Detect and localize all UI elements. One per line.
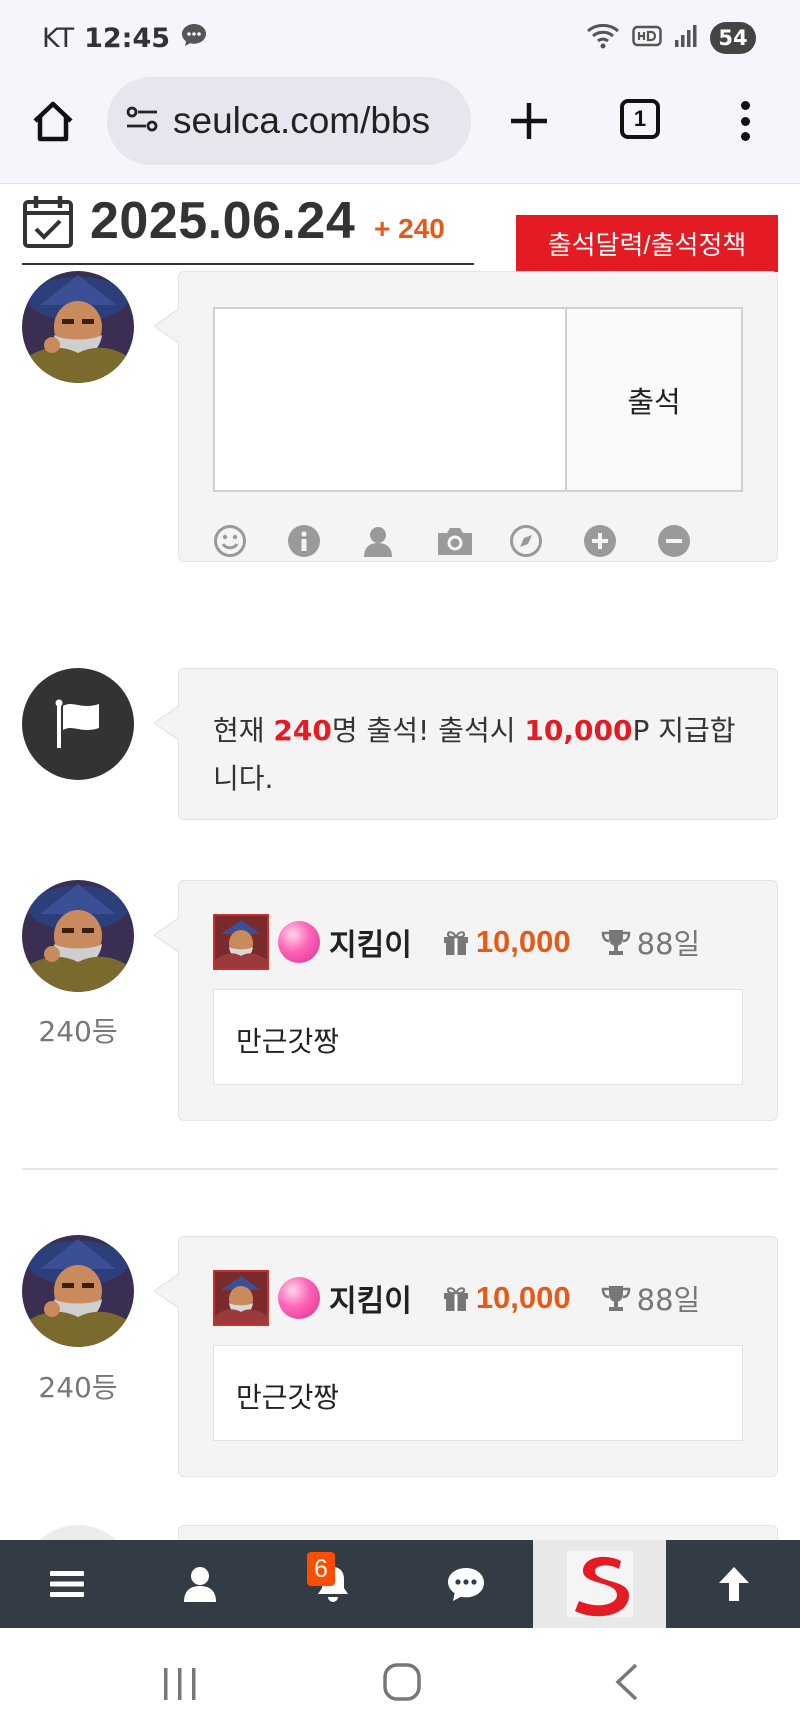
account-icon[interactable] — [133, 1540, 266, 1628]
trophy-icon — [601, 1283, 631, 1313]
plus-icon[interactable] — [506, 98, 552, 144]
home-nav-icon[interactable] — [382, 1662, 422, 1706]
signal-icon — [674, 23, 698, 53]
entry-rank: 240등 — [38, 1015, 118, 1048]
url-text[interactable]: seulca.com/bbs — [173, 100, 430, 142]
notice-points: 10,000 — [524, 714, 633, 747]
clock: 12:45 — [84, 22, 171, 54]
battery-indicator: 54 — [710, 22, 756, 54]
entry-mini-avatar[interactable] — [213, 1270, 269, 1326]
entry-header: 지킴이 10,000 88일 — [213, 1270, 700, 1326]
entry-days: 88일 — [636, 927, 701, 961]
status-left: KT 12:45 — [42, 20, 208, 56]
user-icon[interactable] — [361, 524, 395, 558]
comment-toolbar — [213, 524, 733, 560]
address-bar[interactable]: seulca.com/bbs — [107, 77, 471, 165]
user-avatar[interactable] — [22, 271, 134, 383]
level-badge — [278, 1277, 320, 1319]
entry-header: 지킴이 10,000 88일 — [213, 914, 700, 970]
site-bottom-nav: 6 — [0, 1540, 800, 1628]
attend-button[interactable]: 출석 — [565, 307, 743, 492]
calendar-check-icon — [22, 193, 74, 249]
expand-plus-icon[interactable] — [583, 524, 617, 558]
notice-text: 현재 240명 출석! 출석시 10,000P 지급합니다. — [213, 714, 736, 795]
entry-nickname[interactable]: 지킴이 — [329, 1276, 412, 1320]
entry-message: 만근갓짱 — [213, 989, 743, 1085]
page-content: 2025.06.24 + 240 출석달력/출석정책 출석 현재 240명 출석… — [0, 185, 800, 1540]
attendance-date: 2025.06.24 — [90, 192, 356, 250]
back-nav-icon[interactable] — [612, 1662, 642, 1706]
wifi-icon — [586, 22, 620, 54]
hd-voice-icon — [632, 24, 662, 52]
scroll-top-arrow-icon[interactable] — [667, 1540, 800, 1628]
browser-toolbar: seulca.com/bbs 1 — [0, 74, 800, 184]
entry-mini-avatar[interactable] — [213, 914, 269, 970]
collapse-minus-icon[interactable] — [657, 524, 691, 558]
emoticon-icon[interactable] — [213, 524, 247, 558]
entry-nickname[interactable]: 지킴이 — [329, 920, 412, 964]
date-header: 2025.06.24 + 240 — [22, 185, 474, 265]
entry-points: 10,000 — [475, 924, 571, 959]
more-vert-icon[interactable] — [730, 98, 760, 144]
hamburger-menu-icon[interactable] — [0, 1540, 133, 1628]
attendance-count: + 240 — [374, 213, 445, 244]
home-icon[interactable] — [30, 99, 76, 145]
entry-days: 88일 — [636, 1283, 701, 1317]
attendance-calendar-button[interactable]: 출석달력/출석정책 — [516, 215, 778, 272]
attendance-entry: 지킴이 10,000 88일 만근갓짱 — [153, 1236, 778, 1477]
entry-rank: 240등 — [38, 1371, 118, 1404]
notice-count: 240 — [273, 714, 332, 747]
gift-icon — [442, 928, 470, 956]
attendance-notice: 현재 240명 출석! 출석시 10,000P 지급합니다. — [153, 668, 778, 820]
entry-message: 만근갓짱 — [213, 1345, 743, 1441]
tune-icon[interactable] — [125, 104, 159, 138]
attendance-entry — [178, 1525, 778, 1540]
chat-icon[interactable] — [399, 1540, 532, 1628]
status-right: 54 — [586, 20, 756, 56]
system-nav-bar — [0, 1628, 800, 1734]
carrier-label: KT — [42, 22, 75, 54]
recent-apps-icon[interactable] — [160, 1664, 200, 1708]
comment-form: 출석 — [153, 271, 778, 562]
camera-icon[interactable] — [435, 524, 475, 558]
tab-switcher-button[interactable]: 1 — [620, 99, 660, 139]
status-bar: KT 12:45 54 — [0, 0, 800, 74]
entry-avatar[interactable] — [22, 1525, 134, 1540]
trophy-icon — [601, 927, 631, 957]
notification-count-badge: 6 — [307, 1552, 335, 1586]
entry-avatar[interactable] — [22, 880, 134, 992]
attendance-entry: 지킴이 10,000 88일 만근갓짱 — [153, 880, 778, 1121]
message-notification-icon — [180, 21, 208, 56]
site-logo-button[interactable] — [533, 1540, 666, 1628]
comment-input[interactable] — [213, 307, 567, 492]
entry-points: 10,000 — [475, 1280, 571, 1315]
entry-divider — [22, 1168, 778, 1170]
entry-avatar[interactable] — [22, 1235, 134, 1347]
gift-icon — [442, 1284, 470, 1312]
compass-icon[interactable] — [509, 524, 543, 558]
info-icon[interactable] — [287, 524, 321, 558]
flag-icon — [22, 668, 134, 780]
level-badge — [278, 921, 320, 963]
